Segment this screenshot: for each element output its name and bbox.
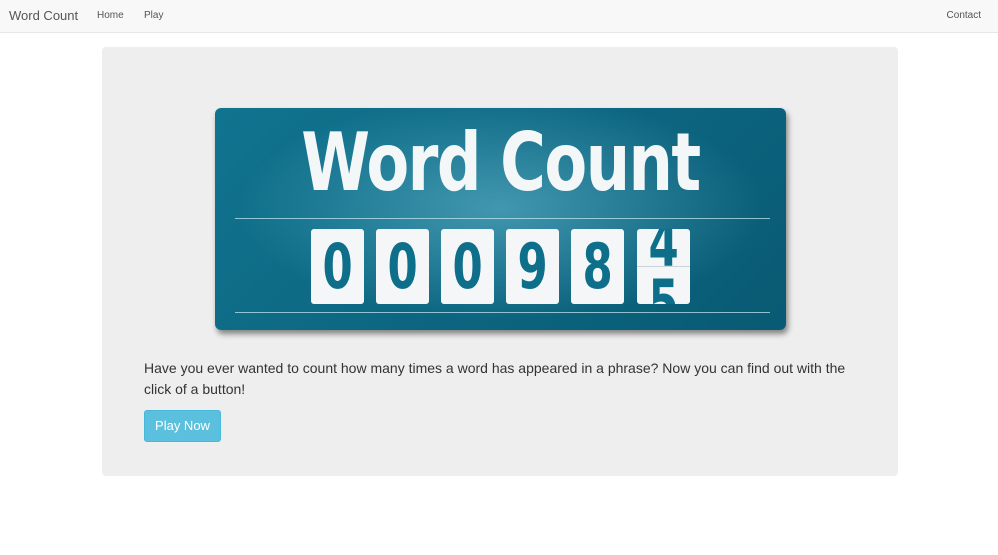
counter-digit: 8	[571, 229, 624, 304]
word-count-logo: Word Count 0 0 0 9 8 4 5	[215, 108, 786, 330]
logo-title: Word Count	[301, 116, 701, 209]
logo-divider-bottom	[235, 312, 770, 313]
counter-digit: 0	[376, 229, 429, 304]
counter-flip-digit: 4 5	[637, 229, 690, 304]
flip-divider	[637, 266, 690, 267]
hero-jumbotron: Word Count 0 0 0 9 8 4 5 Have you ever w…	[102, 47, 898, 476]
counter-digit: 0	[311, 229, 364, 304]
hero-description: Have you ever wanted to count how many t…	[144, 360, 846, 397]
flip-digit-bottom: 5	[648, 266, 679, 304]
counter-digit: 0	[441, 229, 494, 304]
nav-play-link[interactable]: Play	[144, 10, 163, 21]
counter-digits: 0 0 0 9 8 4 5	[311, 229, 691, 304]
brand-link[interactable]: Word Count	[9, 8, 78, 23]
navbar: Word Count Home Play Contact	[0, 0, 998, 33]
nav-contact-link[interactable]: Contact	[947, 10, 981, 21]
play-now-button[interactable]: Play Now	[144, 410, 221, 442]
counter-digit: 9	[506, 229, 559, 304]
logo-divider-top	[235, 218, 770, 219]
nav-home-link[interactable]: Home	[97, 10, 124, 21]
